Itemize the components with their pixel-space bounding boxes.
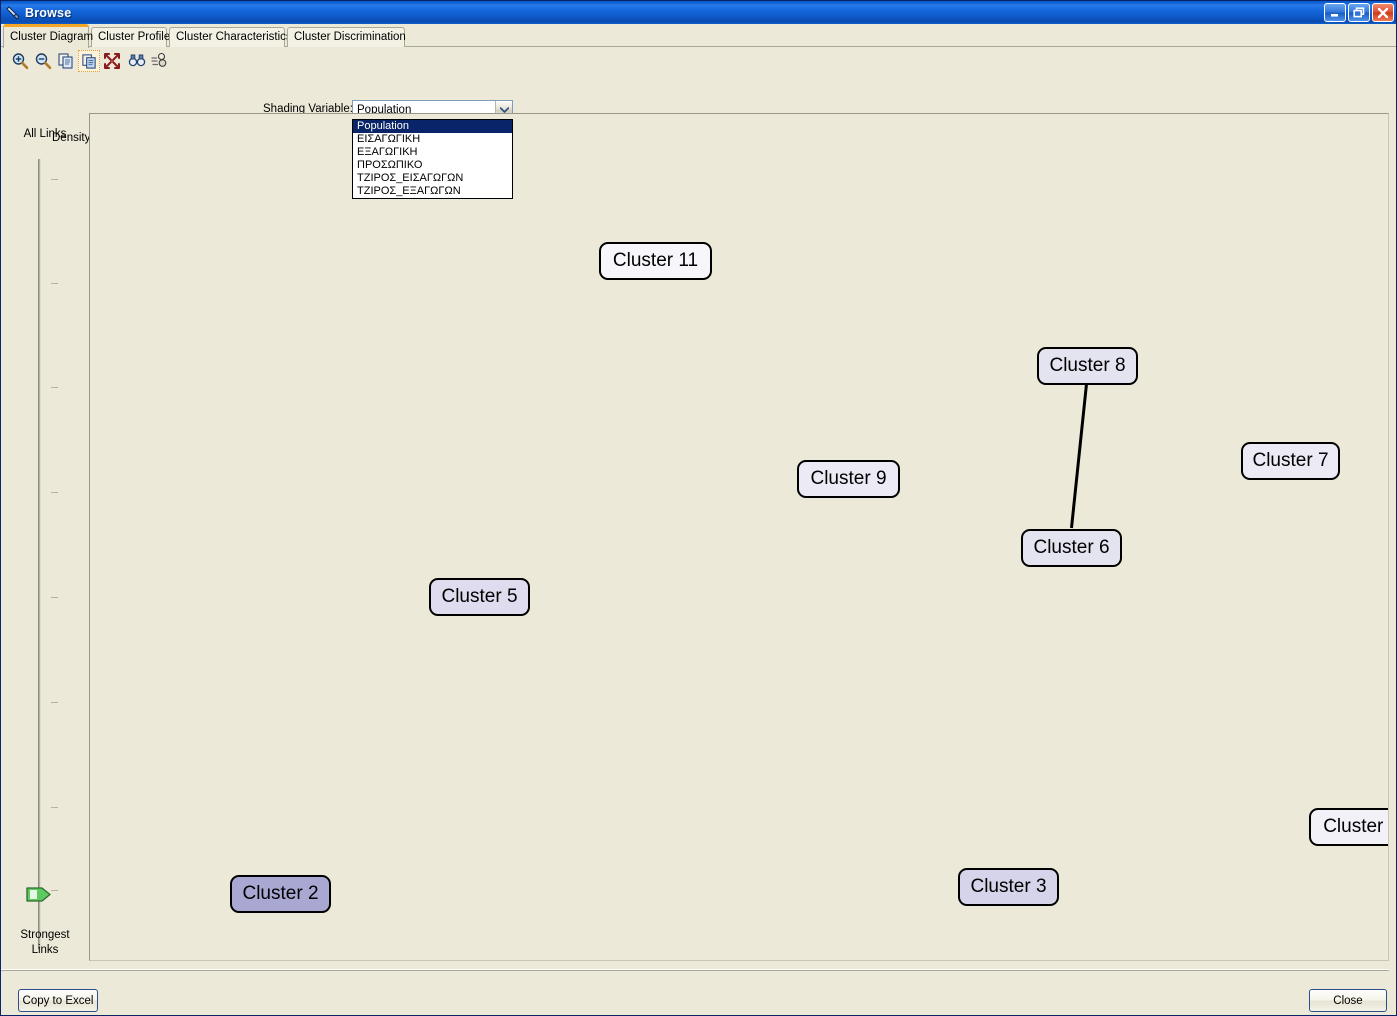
find-icon[interactable] [126,50,148,72]
dropdown-option[interactable]: Population [353,120,512,133]
cluster-node[interactable]: Cluster 7 [1241,442,1340,480]
cluster-link [1069,384,1088,529]
footer-bar: Copy to Excel Close [1,969,1396,1015]
cluster-node[interactable]: Cluster 3 [958,868,1059,906]
tab-label: Cluster Profiles [98,30,176,43]
footer-divider [1,970,1396,971]
cluster-node[interactable]: Cluster 6 [1021,529,1122,567]
cluster-diagram-canvas[interactable]: Cluster 11 Cluster 8 Cluster 7 Cluster 9 Clu… [89,113,1389,961]
dropdown-option[interactable]: ΕΙΣΑΓΩΓΙΚΗ [353,133,512,146]
tab-cluster-profiles[interactable]: Cluster Profiles [91,27,176,47]
copy-diagram-icon[interactable] [78,50,100,72]
copy-to-excel-label: Copy to Excel [22,994,94,1007]
dropdown-option[interactable]: ΕΞΑΓΩΓΙΚΗ [353,146,512,159]
slider-top-label: All Links [23,128,67,140]
restore-button[interactable] [1348,3,1370,22]
cluster-node[interactable]: Cluster 11 [599,242,712,280]
zoom-in-icon[interactable] [9,50,31,72]
slider-tick [51,597,58,598]
cluster-node-label: Cluster 5 [441,586,518,607]
minimize-button[interactable] [1324,3,1346,22]
zoom-out-icon[interactable] [32,50,54,72]
cluster-node[interactable]: Cluster 8 [1037,347,1138,385]
cluster-node[interactable]: Cluster 10 [1309,808,1388,846]
cluster-node[interactable]: Cluster 5 [429,578,530,616]
dropdown-option[interactable]: ΠΡΟΣΩΠΙΚΟ [353,159,512,172]
copy-to-excel-button[interactable]: Copy to Excel [18,989,98,1012]
toolbar: Density: None 42% Shading Variable: Stat… [1,48,1396,199]
slider-tick [51,492,58,493]
cluster-node-label: Cluster 9 [810,468,887,489]
cluster-node-label: Cluster 7 [1252,450,1329,471]
cluster-node[interactable]: Cluster 2 [230,875,331,913]
slider-bottom-label-line2: Links [31,944,59,956]
cluster-node-label: Cluster 11 [612,250,699,271]
layout-icon[interactable] [148,50,170,72]
link-strength-slider[interactable]: All Links Strongest Links [1,111,89,969]
slider-track[interactable] [38,159,41,949]
browse-window-icon [5,5,21,21]
cluster-node-label: Cluster 6 [1033,537,1110,558]
cluster-link-layer [1069,384,1088,529]
close-button[interactable] [1372,3,1394,22]
tab-label: Cluster Characteristics [176,30,292,43]
slider-tick [51,387,58,388]
close-footer-button[interactable]: Close [1309,989,1387,1012]
tab-cluster-characteristics[interactable]: Cluster Characteristics [169,27,292,47]
tab-cluster-discrimination[interactable]: Cluster Discrimination [287,27,406,47]
dropdown-option[interactable]: ΤΖΙΡΟΣ_ΕΙΣΑΓΩΓΩΝ [353,172,512,185]
tab-label: Cluster Diagram [10,31,94,44]
cluster-node-label: Cluster 10 [1323,816,1388,837]
slider-bottom-label-line1: Strongest [20,929,70,941]
copy-icon[interactable] [55,50,77,72]
title-bar: Browse [1,1,1396,24]
shading-variable-dropdown-list[interactable]: Population ΕΙΣΑΓΩΓΙΚΗ ΕΞΑΓΩΓΙΚΗ ΠΡΟΣΩΠΙΚ… [352,119,513,199]
cluster-node-label: Cluster 2 [242,883,319,904]
browse-window: Browse Cluster Diagram Cluster Profiles … [0,0,1397,1016]
tab-cluster-diagram[interactable]: Cluster Diagram [3,24,93,48]
close-footer-label: Close [1333,994,1363,1007]
slider-tick [51,807,58,808]
slider-tick [51,702,58,703]
slider-tick [51,283,58,284]
cluster-node-label: Cluster 3 [970,876,1047,897]
fit-to-window-icon[interactable] [101,50,123,72]
slider-handle[interactable] [26,886,54,903]
resize-grip[interactable] [1389,969,1396,978]
cluster-node-label: Cluster 8 [1049,355,1126,376]
tab-label: Cluster Discrimination [294,30,406,43]
window-title: Browse [25,5,72,20]
dropdown-option[interactable]: ΤΖΙΡΟΣ_ΕΞΑΓΩΓΩΝ [353,185,512,198]
slider-tick [51,179,58,180]
cluster-node[interactable]: Cluster 9 [797,460,900,498]
right-edge-filler [1390,48,1396,969]
tab-strip: Cluster Diagram Cluster Profiles Cluster… [1,24,1396,48]
